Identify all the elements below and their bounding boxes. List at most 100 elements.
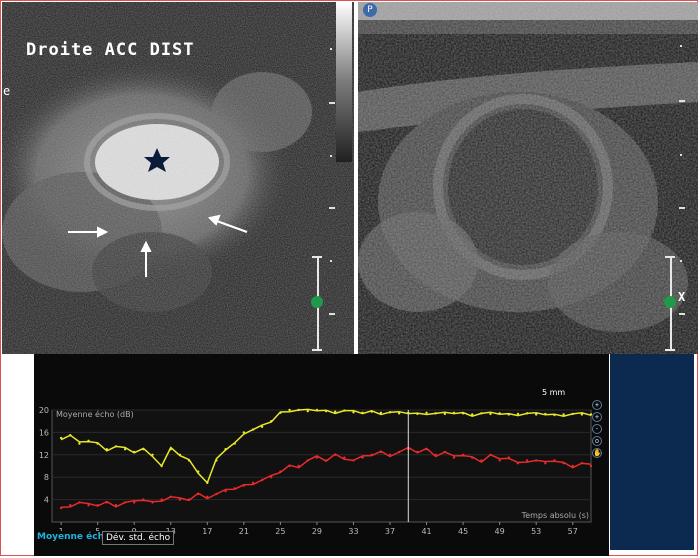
data-point (471, 413, 474, 416)
x-tick-label: 49 (495, 527, 505, 536)
data-point (416, 450, 419, 454)
data-point (306, 459, 309, 462)
data-point (233, 442, 236, 445)
data-point (297, 464, 300, 468)
data-point (123, 448, 127, 451)
data-point (196, 492, 200, 496)
legend-std[interactable]: Dév. std. écho (102, 531, 175, 545)
data-point (343, 456, 346, 459)
data-point (279, 470, 282, 473)
data-point (397, 412, 401, 415)
left-ultrasound-panel: Droite ACC DIST e (2, 2, 354, 354)
data-point (525, 412, 529, 415)
side-panel (610, 354, 694, 550)
data-point (133, 501, 136, 504)
data-point (251, 481, 255, 484)
data-point (425, 411, 428, 414)
data-point (215, 459, 218, 462)
data-point (151, 453, 154, 456)
data-point (169, 448, 172, 451)
data-point (105, 448, 109, 451)
data-point (270, 420, 273, 423)
y-tick-label: 16 (39, 428, 49, 437)
data-point (397, 450, 401, 454)
focus-bracket-cap (665, 349, 675, 351)
x-tick-label: 41 (421, 527, 431, 536)
x-marker: X (678, 290, 686, 304)
zoom-out-icon[interactable]: - (592, 424, 602, 434)
data-point (498, 412, 501, 415)
data-point (534, 459, 538, 462)
data-point (498, 459, 501, 462)
data-point (87, 504, 90, 507)
focus-bracket-cap (312, 349, 322, 351)
data-point (297, 408, 300, 412)
depth-tick (679, 313, 685, 315)
data-point (78, 501, 81, 504)
data-point (142, 448, 145, 451)
data-point (315, 408, 319, 412)
zoom-reset-icon[interactable]: o (592, 436, 602, 446)
right-ultrasound-panel: X (358, 2, 698, 354)
data-point (461, 412, 465, 415)
data-point (361, 411, 364, 414)
data-point (507, 413, 510, 416)
depth-tick (679, 207, 685, 209)
data-point (370, 410, 373, 413)
hand-icon[interactable]: ✋ (592, 448, 602, 458)
data-point (379, 450, 383, 454)
depth-tick (329, 313, 335, 315)
data-point (544, 412, 547, 416)
data-point (352, 411, 355, 414)
zoom-in-icon[interactable]: + (592, 412, 602, 422)
depth-tick (680, 45, 682, 47)
data-point (78, 442, 81, 445)
data-point (461, 453, 465, 456)
data-point (334, 410, 337, 413)
view-title: Droite ACC DIST (26, 40, 195, 60)
data-point (215, 492, 218, 496)
data-point (516, 462, 520, 465)
data-point (306, 409, 309, 413)
chart-panel: 20161284159131721252933374145495357Moyen… (34, 354, 609, 556)
data-point (270, 476, 273, 479)
data-point (416, 412, 419, 416)
depth-tick (330, 260, 332, 262)
data-point (123, 501, 127, 504)
data-point (178, 453, 182, 456)
data-point (516, 412, 520, 416)
data-point (242, 431, 246, 434)
add-icon[interactable]: + (592, 400, 602, 410)
x-tick-label: 25 (275, 527, 285, 536)
data-point (443, 412, 447, 416)
data-point (279, 411, 282, 414)
data-point (142, 498, 145, 501)
data-point (260, 478, 264, 482)
data-point (452, 456, 456, 459)
depth-tick (330, 155, 332, 157)
data-point (233, 487, 236, 490)
data-point (251, 428, 255, 431)
data-point (388, 453, 392, 456)
data-point (187, 498, 191, 501)
data-point (105, 501, 109, 504)
data-point (324, 409, 328, 413)
data-point (534, 413, 538, 416)
data-point (452, 411, 456, 414)
focus-dot[interactable] (664, 296, 676, 308)
data-point (69, 434, 72, 437)
echo-chart: 20161284159131721252933374145495357Moyen… (39, 406, 593, 536)
x-tick-label: 29 (312, 527, 322, 536)
focus-dot[interactable] (311, 296, 323, 308)
edge-label: e (3, 84, 11, 98)
data-point (224, 490, 227, 493)
data-point (224, 448, 227, 451)
probe-badge[interactable]: P (363, 3, 377, 17)
data-point (187, 459, 191, 462)
data-point (324, 459, 328, 462)
depth-tick (680, 260, 682, 262)
data-point (471, 456, 474, 459)
data-point (580, 413, 584, 416)
data-point (361, 456, 364, 459)
data-point (489, 412, 492, 416)
